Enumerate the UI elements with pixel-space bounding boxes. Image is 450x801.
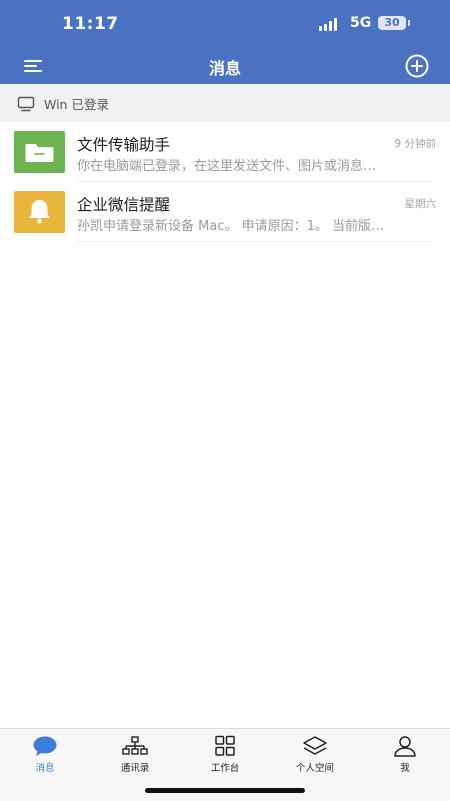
conversation-preview: 你在电脑端已登录，在这里发送文件、图片或消息… [77, 159, 377, 174]
grid-icon [215, 735, 235, 756]
network-label: 5G [350, 15, 372, 31]
conversation-avatar [14, 191, 65, 233]
tab-label: 工作台 [210, 763, 240, 774]
conversation-name: 文件传输助手 [77, 136, 171, 154]
plus-circle-icon [405, 54, 429, 78]
status-time: 11:17 [62, 14, 119, 34]
header: 11:17 5G 30 消息 [0, 0, 450, 84]
tab-label: 个人空间 [295, 763, 334, 774]
chat-bubble-icon [33, 736, 57, 756]
battery-tip [408, 20, 410, 26]
tab-contacts[interactable]: 通讯录 [90, 735, 180, 779]
conversation-preview: 孙凯申请登录新设备 Mac。 申请原因：1。 当前版… [77, 219, 384, 234]
signal-icon [319, 17, 343, 31]
battery-icon: 30 [378, 16, 406, 30]
conversation-time: 星期六 [404, 198, 437, 210]
conversation-item-file-transfer[interactable]: 文件传输助手 9 分钟前 你在电脑端已登录，在这里发送文件、图片或消息… [0, 122, 450, 182]
nav-bar: 消息 [0, 48, 450, 84]
layers-icon [303, 736, 327, 755]
person-icon [394, 736, 416, 757]
tab-workbench[interactable]: 工作台 [180, 735, 270, 779]
bell-icon [29, 200, 50, 224]
empty-content-area [0, 242, 450, 728]
tab-label: 消息 [35, 763, 55, 774]
conversation-time: 9 分钟前 [394, 138, 436, 150]
conversation-item-wecom-reminder[interactable]: 企业微信提醒 星期六 孙凯申请登录新设备 Mac。 申请原因：1。 当前版… [0, 182, 450, 242]
org-chart-icon [122, 736, 148, 755]
folder-icon [25, 144, 54, 162]
tab-personal-space[interactable]: 个人空间 [270, 735, 360, 779]
home-indicator[interactable] [145, 788, 305, 793]
monitor-icon [17, 96, 35, 112]
status-bar: 11:17 5G 30 [0, 0, 450, 48]
page-title: 消息 [208, 59, 241, 78]
tab-label: 通讯录 [120, 763, 150, 774]
conversation-name: 企业微信提醒 [77, 196, 171, 214]
tab-label: 我 [400, 763, 410, 774]
conversation-list: 文件传输助手 9 分钟前 你在电脑端已登录，在这里发送文件、图片或消息… 企业微… [0, 122, 450, 242]
tab-messages[interactable]: 消息 [0, 735, 90, 779]
battery-level: 30 [384, 16, 400, 29]
conversation-avatar [14, 131, 65, 173]
tab-me[interactable]: 我 [360, 735, 450, 779]
login-status-banner[interactable]: Win 已登录 [0, 84, 450, 122]
login-status-text: Win 已登录 [44, 97, 109, 112]
add-button[interactable] [404, 53, 430, 79]
